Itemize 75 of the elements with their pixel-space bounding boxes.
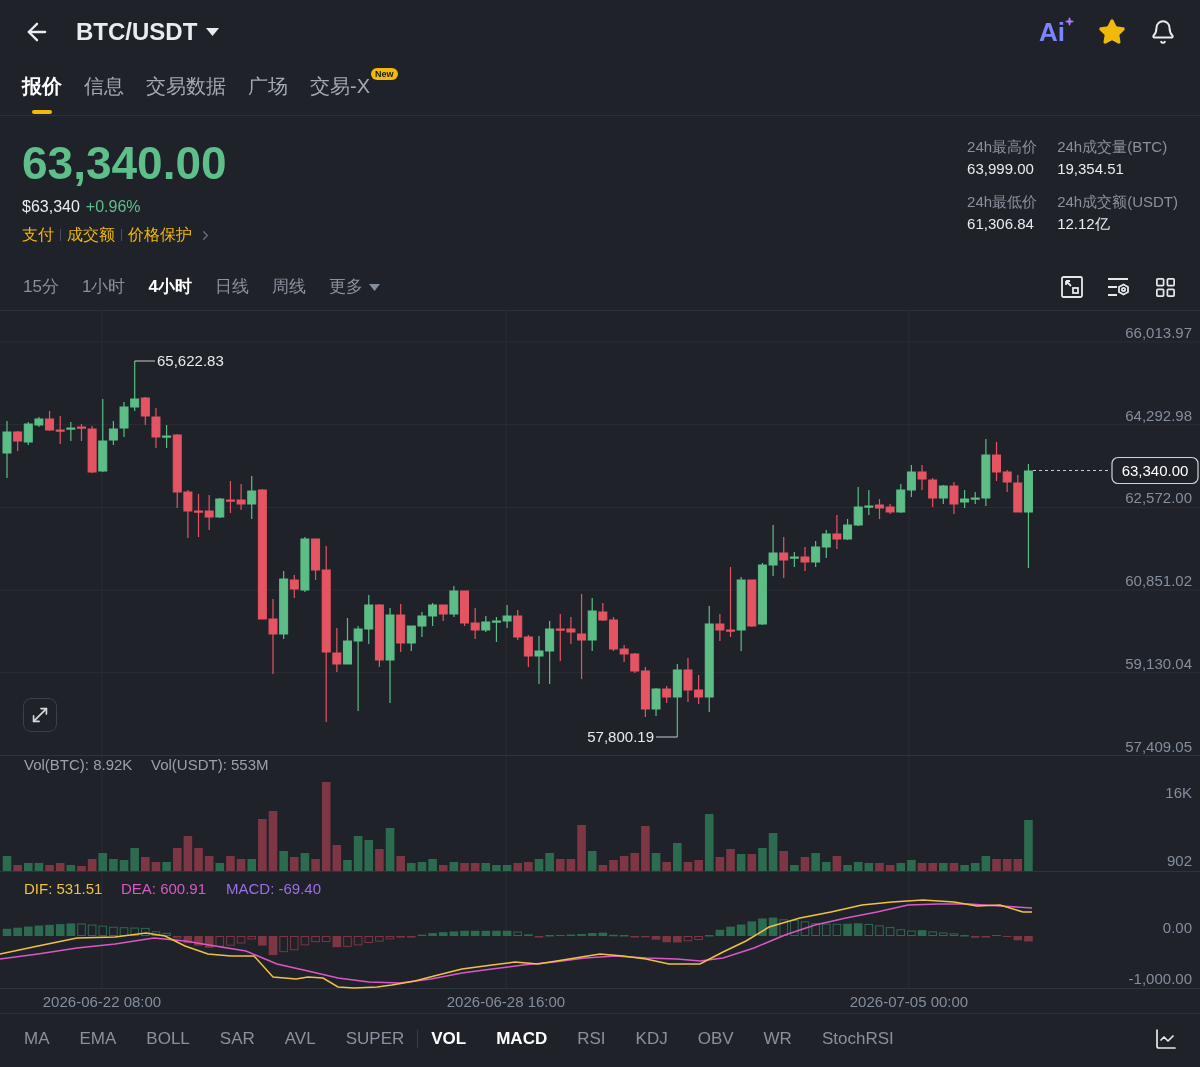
high-price-label: 65,622.83 [157,352,224,369]
indicator-tab[interactable]: AVL [284,1025,316,1052]
price-axis-label: 57,409.05 [1125,737,1192,755]
macd-legend: DIF: 531.51 [24,880,103,897]
price-axis-label: 59,130.04 [1125,654,1192,672]
macd-legend: DEA: 600.91 [121,880,207,897]
last-price: 63,340.00 [22,137,227,189]
interval-tab[interactable]: 更多 [328,274,380,300]
interval-tab[interactable]: 15分 [23,274,59,300]
indicator-tab[interactable]: SAR [219,1025,255,1052]
settings-list-icon[interactable] [1107,277,1130,297]
last-price-tag: 63,340.00 [1111,456,1199,485]
indicator-tab[interactable]: SUPER [345,1025,405,1052]
indicator-tab[interactable]: RSI [577,1025,606,1052]
macd-axis-label: 0.00 [1162,919,1192,936]
time-axis-label: 2026-06-28 16:00 [446,993,566,1010]
macd-axis-label: -1,000.00 [1128,970,1192,987]
stat-label: 24h最低价 [967,192,1038,212]
stat-label: 24h成交额(USDT) [1057,192,1178,212]
time-axis-label: 2026-07-05 00:00 [849,993,969,1010]
indicator-tab[interactable]: VOL [431,1025,467,1052]
time-axis-label: 2026-06-22 08:00 [42,993,162,1010]
pair-selector[interactable]: BTC/USDT [76,14,220,50]
quote-link[interactable]: 支付 [22,223,54,247]
interval-tab[interactable]: 日线 [214,274,249,300]
tab[interactable]: 交易-X [310,64,370,99]
tab-indicator [32,110,52,114]
tab[interactable]: 报价 [22,64,62,114]
expand-chart-button[interactable] [23,698,57,732]
volume-axis-label: 902 [1166,852,1192,869]
new-badge: New [371,68,398,80]
caret-icon [206,28,220,36]
caret-icon [368,283,380,291]
interval-tab[interactable]: 1小时 [81,274,126,300]
stat-label: 24h成交量(BTC) [1057,137,1169,157]
quote-link[interactable]: 价格保护 [128,223,192,247]
low-price-label: 57,800.19 [587,728,654,745]
volume-legend: Vol(BTC): 8.92K [24,756,133,773]
tab[interactable]: 广场 [248,64,288,99]
low-price-leader [655,736,678,738]
quote-link[interactable]: 成交额 [67,223,115,247]
stat-value: 63,999.00 [967,159,1035,179]
notification-bell-icon[interactable] [1150,19,1176,45]
price-axis-label: 62,572.00 [1125,489,1192,507]
high-price-leader [134,360,156,362]
indicator-tab[interactable]: BOLL [146,1025,190,1052]
indicator-tab[interactable]: KDJ [635,1025,668,1052]
tab[interactable]: 交易数据 [146,64,226,99]
indicator-tab[interactable]: EMA [79,1025,117,1052]
price-change: +0.96% [85,197,141,217]
stat-label: 24h最高价 [967,137,1038,157]
indicator-tab[interactable]: OBV [697,1025,734,1052]
indicator-tab[interactable]: StochRSI [821,1025,894,1052]
interval-tab[interactable]: 4小时 [148,274,192,300]
chart-line-icon[interactable] [1154,1026,1178,1051]
ai-button[interactable]: Ai [1039,19,1074,45]
tab[interactable]: 信息 [84,64,124,99]
stat-value: 61,306.84 [967,214,1035,234]
interval-tab[interactable]: 周线 [271,274,306,300]
macd-legend: MACD: -69.40 [226,880,322,897]
indicator-tab[interactable]: WR [763,1025,792,1052]
sparkle-icon [1065,17,1074,26]
price-axis-label: 66,013.97 [1125,324,1192,341]
price-axis-label: 64,292.98 [1125,406,1192,424]
volume-legend: Vol(USDT): 553M [151,756,269,773]
star-icon[interactable] [1098,18,1126,46]
frame-icon[interactable] [1061,276,1083,298]
price-axis-label: 60,851.02 [1125,572,1192,590]
indicator-tab[interactable]: MACD [496,1025,548,1052]
stat-value: 19,354.51 [1057,159,1125,179]
stat-value: 12.12亿 [1057,214,1111,234]
grid-icon[interactable] [1154,275,1177,299]
indicator-tab[interactable]: MA [24,1025,50,1052]
fiat-price: $63,340 [22,197,80,217]
volume-axis-label: 16K [1165,784,1192,801]
